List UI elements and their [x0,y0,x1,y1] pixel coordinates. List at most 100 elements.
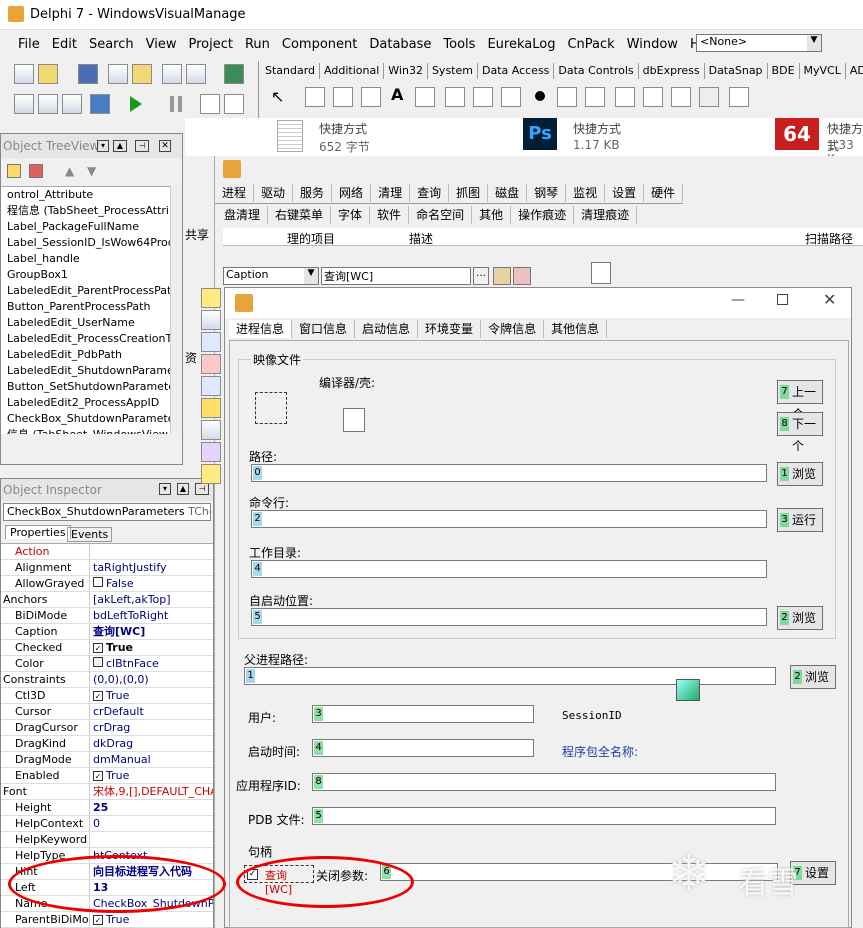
collapse-icon[interactable]: ▾ [159,483,171,495]
pin-icon[interactable]: ⊣ [135,140,149,152]
tree-item[interactable]: Button_ParentProcessPath [1,299,170,315]
user-field[interactable]: 3 [312,705,534,723]
treeview-scrollbar[interactable] [170,186,182,434]
property-value[interactable]: ✓ True [89,768,213,783]
pdb-field[interactable]: 5 [312,807,776,825]
inspector-row[interactable]: Checked ✓ True [1,640,213,656]
menu-edit[interactable]: Edit [52,37,77,52]
property-value[interactable] [89,544,213,559]
tree-item[interactable]: LabeledEdit_ParentProcessPath [1,283,170,299]
property-value[interactable]: taRightJustify [89,560,213,575]
checkbox-icon[interactable]: ✓ [93,771,103,781]
form-tab-0[interactable]: 进程 [215,184,255,202]
inspector-row[interactable]: DragKind dkDrag [1,736,213,752]
tree-item[interactable]: LabeledEdit_ShutdownParamete [1,363,170,379]
minimize-icon[interactable]: ▲ [177,483,189,495]
palette-tab-6[interactable]: dbExpress [639,63,705,79]
menu-eurekalog[interactable]: EurekaLog [487,37,555,52]
form-tab-7[interactable]: 磁盘 [488,184,528,202]
palette-tab-3[interactable]: System [428,63,478,79]
property-value[interactable]: 查询[WC] [89,624,213,639]
scrollbar-icon[interactable] [615,87,635,107]
component-icon[interactable] [591,262,611,284]
dialog-tab-4[interactable]: 令牌信息 [481,320,545,338]
tab-properties[interactable]: Properties [5,525,71,539]
previous-button[interactable]: 7上一个 [777,380,823,421]
property-value[interactable]: ✓ True [89,912,213,927]
col-scan-path[interactable]: 扫描路径 [805,230,853,247]
palette-tab-4[interactable]: Data Access [478,63,555,79]
clean-tab-4[interactable]: 命名空间 [409,206,473,224]
window-icon[interactable] [201,420,221,440]
form-tab-6[interactable]: 抓图 [449,184,489,202]
inspector-row[interactable]: Color clBtnFace [1,656,213,672]
autorun-field[interactable]: 5 [251,608,767,626]
browse-parent-button[interactable]: 2 浏览 [790,665,836,689]
new-form-icon[interactable] [90,94,110,114]
col-item[interactable]: 理的项目 [287,230,335,247]
palette-tab-8[interactable]: BDE [768,63,800,79]
inspector-object-combo[interactable]: CheckBox_ShutdownParameters TCheckBo [3,503,211,521]
menu-window[interactable]: Window [627,37,678,52]
collapse-icon[interactable]: ▲ [113,140,127,152]
inspector-row[interactable]: Anchors [akLeft,akTop] [1,592,213,608]
palette-tab-7[interactable]: DataSnap [705,63,768,79]
tree-item[interactable]: 信息 (TabSheet_WindowsView [1,427,170,434]
close-icon[interactable]: ✕ [159,140,171,152]
dock-icon[interactable]: ▾ [97,140,109,152]
property-value[interactable]: bdLeftToRight [89,608,213,623]
form-tab-5[interactable]: 查询 [410,184,450,202]
menu-view[interactable]: View [146,37,177,52]
tree-item[interactable]: Button_SetShutdownParameters [1,379,170,395]
grid-icon[interactable] [201,288,221,308]
clean-tab-2[interactable]: 字体 [331,206,371,224]
inspector-row[interactable]: HelpContext 0 [1,816,213,832]
property-value[interactable]: dmManual [89,752,213,767]
palette-tab-9[interactable]: MyVCL [800,63,846,79]
clean-tab-5[interactable]: 其他 [472,206,512,224]
memo-icon[interactable] [445,87,465,107]
checkbox-icon[interactable] [501,87,521,107]
inspector-row[interactable]: Height 25 [1,800,213,816]
inspector-row[interactable]: HelpKeyword [1,832,213,848]
delete-item-icon[interactable] [29,164,43,178]
clean-tab-7[interactable]: 清理痕迹 [574,206,638,224]
open-project-icon[interactable] [132,64,152,84]
menu-cnpack[interactable]: CnPack [567,37,614,52]
palette-tab-10[interactable]: ADO [846,63,863,79]
combobox-icon[interactable] [585,87,605,107]
form-tab-4[interactable]: 清理 [371,184,411,202]
menu-search[interactable]: Search [89,37,134,52]
anchor-icon[interactable] [201,398,221,418]
palette-tab-0[interactable]: Standard [261,63,321,79]
property-value[interactable]: False [89,576,213,591]
mainmenu-icon[interactable] [333,87,353,107]
tree-item[interactable]: LabeledEdit_ProcessCreationTir [1,331,170,347]
tree-item[interactable]: Label_PackageFullName [1,219,170,235]
label-icon[interactable]: A [391,85,403,104]
tree-item[interactable]: LabeledEdit2_ProcessAppID [1,395,170,411]
clean-tab-6[interactable]: 操作痕迹 [511,206,575,224]
desktop-combo[interactable]: <None> ▼ [696,34,822,52]
arrow-up-icon[interactable]: ▲ [65,164,74,178]
tree-item[interactable]: CheckBox_ShutdownParameters [1,411,170,427]
clean-tab-1[interactable]: 右键菜单 [268,206,332,224]
caption-value-edit[interactable]: 查询[WC] [321,267,471,285]
checkbox-icon[interactable]: ✓ [93,915,103,925]
trace-into-icon[interactable] [200,94,220,114]
property-value[interactable]: clBtnFace [89,656,213,671]
clean-tab-3[interactable]: 软件 [370,206,410,224]
dialog-tab-2[interactable]: 启动信息 [355,320,419,338]
run-button[interactable]: 3 运行 [777,508,823,532]
palette-tab-2[interactable]: Win32 [384,63,428,79]
arrow-down-icon[interactable]: ▼ [87,164,96,178]
workdir-field[interactable]: 4 [251,560,767,578]
data-icon[interactable] [201,332,221,352]
save-all-icon[interactable] [108,64,128,84]
form-tab-10[interactable]: 设置 [605,184,645,202]
view-form-icon[interactable] [38,94,58,114]
pause-icon[interactable] [170,96,182,112]
popupmenu-icon[interactable] [361,87,381,107]
inspector-row[interactable]: Alignment taRightJustify [1,560,213,576]
inspector-row[interactable]: Caption 查询[WC] [1,624,213,640]
